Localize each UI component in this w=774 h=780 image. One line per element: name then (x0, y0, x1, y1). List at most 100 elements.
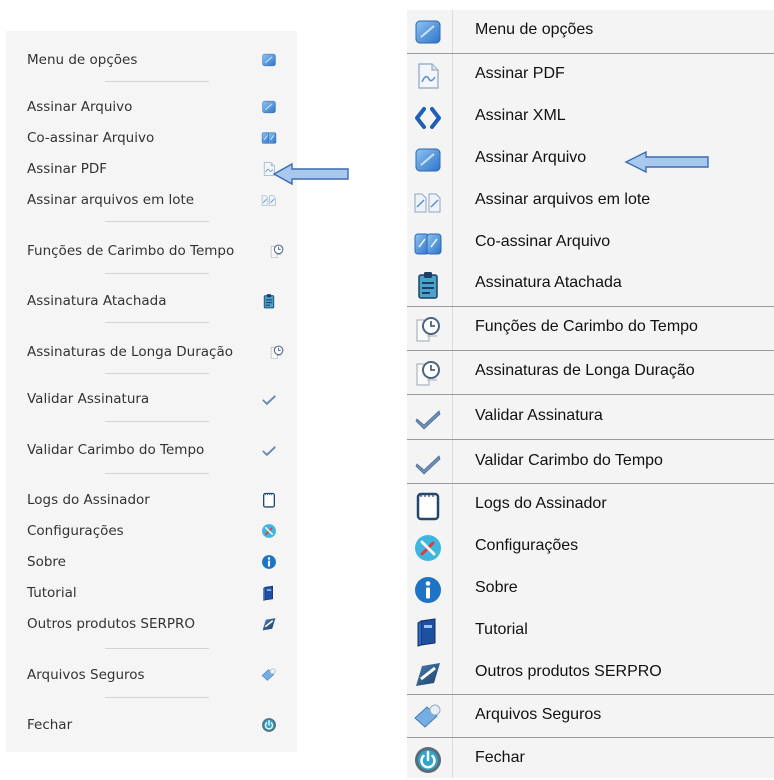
menu-item-sobre[interactable]: Sobre (27, 552, 289, 574)
menu-item-tutorial[interactable]: Tutorial (27, 583, 289, 605)
menu-item-validar-assinatura[interactable]: Validar Assinatura (407, 396, 774, 438)
doc-sign-icon (261, 52, 277, 68)
menu-item-assinar-arquivos-em-lote[interactable]: Assinar arquivos em lote (407, 180, 774, 222)
menu-item-label: Assinar arquivos em lote (475, 191, 651, 208)
menu-item-label: Logs do Assinador (475, 495, 607, 512)
book-icon (413, 617, 443, 647)
menu-item-label: Menu de opções (27, 52, 138, 68)
menu-item-assinar-xml[interactable]: Assinar XML (407, 96, 774, 138)
menu-item-assinar-pdf[interactable]: Assinar PDF (407, 54, 774, 96)
menu-separator (105, 421, 209, 422)
menu-item-configuracoes[interactable]: Configurações (27, 521, 289, 543)
menu-separator (407, 439, 774, 440)
menu-item-arquivos-seguros[interactable]: Arquivos Seguros (407, 695, 774, 737)
menu-item-sobre[interactable]: Sobre (407, 568, 774, 610)
check-icon (413, 448, 443, 478)
secure-files-icon (261, 667, 277, 683)
menu-item-label: Logs do Assinador (27, 492, 150, 508)
menu-item-label: Validar Carimbo do Tempo (27, 442, 205, 458)
menu-item-logs-do-assinador[interactable]: Logs do Assinador (407, 484, 774, 526)
menu-item-logs-do-assinador[interactable]: Logs do Assinador (27, 490, 289, 512)
timestamp-icon (413, 314, 443, 344)
menu-separator (105, 473, 209, 474)
menu-item-configuracoes[interactable]: Configurações (407, 526, 774, 568)
menu-item-assinatura-atachada[interactable]: Assinatura Atachada (407, 263, 774, 305)
menu-item-label: Assinaturas de Longa Duração (475, 362, 695, 379)
menu-item-label: Assinar Arquivo (27, 99, 133, 115)
doc-sign-icon (413, 17, 443, 47)
timestamp-icon (413, 358, 443, 388)
menu-item-label: Assinar Arquivo (475, 149, 587, 166)
settings-icon (261, 523, 277, 539)
menu-item-label: Validar Assinatura (475, 407, 603, 424)
menu-separator (105, 221, 209, 222)
notepad-icon (413, 491, 443, 521)
menu-item-funcoes-carimbo-tempo[interactable]: Funções de Carimbo do Tempo (27, 241, 289, 263)
menu-item-label: Outros produtos SERPRO (27, 616, 196, 632)
menu-item-label: Validar Assinatura (27, 391, 150, 407)
secure-files-icon (413, 702, 443, 732)
menu-item-label: Assinar PDF (475, 65, 565, 82)
menu-separator (105, 697, 209, 698)
menu-item-label: Funções de Carimbo do Tempo (27, 243, 235, 259)
menu-item-fechar[interactable]: Fechar (407, 738, 774, 780)
menu-item-label: Fechar (475, 749, 525, 766)
menu-item-label: Co-assinar Arquivo (475, 233, 611, 250)
menu-item-assinar-arquivos-em-lote[interactable]: Assinar arquivos em lote (27, 190, 289, 212)
menu-item-label: Validar Carimbo do Tempo (475, 452, 663, 469)
batch-icon (413, 187, 443, 217)
menu-separator (105, 648, 209, 649)
menu-item-assinaturas-longa-duracao[interactable]: Assinaturas de Longa Duração (27, 342, 289, 364)
menu-item-label: Outros produtos SERPRO (475, 663, 662, 680)
timestamp-icon (269, 344, 285, 360)
info-icon (261, 554, 277, 570)
co-sign-icon (261, 130, 277, 146)
menu-separator (407, 394, 774, 395)
menu-item-validar-carimbo-tempo[interactable]: Validar Carimbo do Tempo (27, 440, 289, 462)
menu-item-fechar[interactable]: Fechar (27, 715, 289, 737)
menu-separator (105, 81, 209, 82)
menu-item-assinaturas-longa-duracao[interactable]: Assinaturas de Longa Duração (407, 351, 774, 393)
menu-item-label: Assinar XML (475, 107, 566, 124)
serpro-icon (413, 659, 443, 689)
menu-item-assinar-arquivo[interactable]: Assinar Arquivo (27, 97, 289, 119)
menu-item-menu-de-opcoes[interactable]: Menu de opções (27, 50, 289, 72)
co-sign-icon (413, 229, 443, 259)
menu-item-label: Sobre (27, 554, 66, 570)
menu-item-assinatura-atachada[interactable]: Assinatura Atachada (27, 291, 289, 313)
menu-item-funcoes-carimbo-tempo[interactable]: Funções de Carimbo do Tempo (407, 307, 774, 349)
menu-item-label: Assinatura Atachada (475, 274, 622, 291)
menu-item-assinar-arquivo[interactable]: Assinar Arquivo (407, 138, 774, 180)
check-icon (261, 391, 277, 407)
menu-item-co-assinar-arquivo[interactable]: Co-assinar Arquivo (407, 222, 774, 264)
menu-item-tutorial[interactable]: Tutorial (407, 610, 774, 652)
menu-item-menu-de-opcoes[interactable]: Menu de opções (407, 10, 774, 52)
doc-sign-icon (413, 145, 443, 175)
menu-item-validar-carimbo-tempo[interactable]: Validar Carimbo do Tempo (407, 441, 774, 483)
info-icon (413, 575, 443, 605)
menu-item-label: Configurações (27, 523, 124, 539)
menu-item-label: Assinaturas de Longa Duração (27, 344, 234, 360)
annotation-arrow-right-icon (624, 150, 709, 174)
batch-icon (261, 192, 277, 208)
menu-item-label: Tutorial (27, 585, 77, 601)
doc-sign-icon (261, 99, 277, 115)
menu-item-outros-produtos-serpro[interactable]: Outros produtos SERPRO (27, 614, 289, 636)
menu-item-label: Fechar (27, 717, 73, 733)
menu-item-validar-assinatura[interactable]: Validar Assinatura (27, 389, 289, 411)
menu-item-label: Menu de opções (475, 21, 594, 38)
menu-item-outros-produtos-serpro[interactable]: Outros produtos SERPRO (407, 652, 774, 694)
menu-item-assinar-pdf[interactable]: Assinar PDF (27, 159, 289, 181)
power-icon (413, 745, 443, 775)
menu-item-label: Co-assinar Arquivo (27, 130, 155, 146)
annotation-arrow-left-icon (272, 162, 349, 186)
menu-item-label: Assinar PDF (27, 161, 108, 177)
menu-item-arquivos-seguros[interactable]: Arquivos Seguros (27, 665, 289, 687)
right-context-menu: Menu de opções Assinar PDF Assinar XML A… (407, 10, 774, 778)
menu-item-co-assinar-arquivo[interactable]: Co-assinar Arquivo (27, 128, 289, 150)
menu-item-label: Assinatura Atachada (27, 293, 167, 309)
menu-item-label: Arquivos Seguros (27, 667, 145, 683)
menu-item-label: Arquivos Seguros (475, 706, 602, 723)
menu-separator (105, 373, 209, 374)
timestamp-icon (269, 243, 285, 259)
